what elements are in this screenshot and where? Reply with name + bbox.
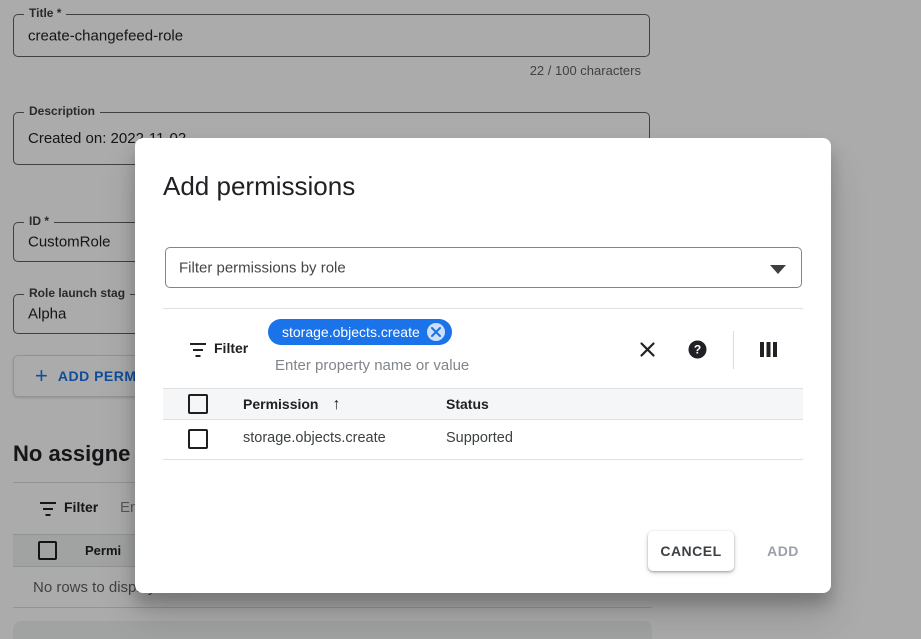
permissions-table: Permission↑ Status storage.objects.creat… (163, 388, 803, 460)
sort-ascending-icon: ↑ (332, 396, 340, 413)
permission-cell: storage.objects.create (243, 430, 386, 446)
permission-column-header[interactable]: Permission↑ (243, 396, 340, 414)
table-row[interactable]: storage.objects.create Supported (163, 420, 803, 460)
filter-input[interactable]: Enter property name or value (275, 357, 469, 374)
filter-label: Filter (214, 340, 248, 356)
permissions-table-header: Permission↑ Status (163, 388, 803, 420)
toolbar-separator (733, 331, 734, 369)
status-column-header[interactable]: Status (446, 396, 489, 412)
role-select-placeholder: Filter permissions by role (179, 259, 346, 276)
filter-chip-text: storage.objects.create (282, 324, 420, 340)
columns-icon[interactable] (760, 342, 780, 362)
svg-text:?: ? (694, 343, 701, 357)
filter-permissions-by-role-select[interactable]: Filter permissions by role (165, 247, 802, 288)
row-checkbox[interactable] (188, 429, 208, 449)
table-filter-toolbar: Filter storage.objects.create Enter prop… (163, 308, 803, 388)
filter-chip[interactable]: storage.objects.create (268, 319, 452, 345)
dropdown-arrow-icon (770, 265, 786, 274)
select-all-checkbox[interactable] (188, 394, 208, 414)
cancel-button[interactable]: CANCEL (648, 531, 734, 571)
chip-close-icon[interactable] (427, 323, 445, 341)
dialog-title: Add permissions (163, 171, 355, 202)
add-button[interactable]: ADD (750, 531, 816, 571)
help-icon[interactable]: ? (688, 340, 708, 360)
status-cell: Supported (446, 430, 513, 446)
clear-filters-icon[interactable] (638, 340, 658, 360)
add-permissions-dialog: Add permissions Filter permissions by ro… (135, 138, 831, 593)
filter-icon (190, 343, 206, 357)
create-role-page: Title * create-changefeed-role 22 / 100 … (0, 0, 921, 639)
